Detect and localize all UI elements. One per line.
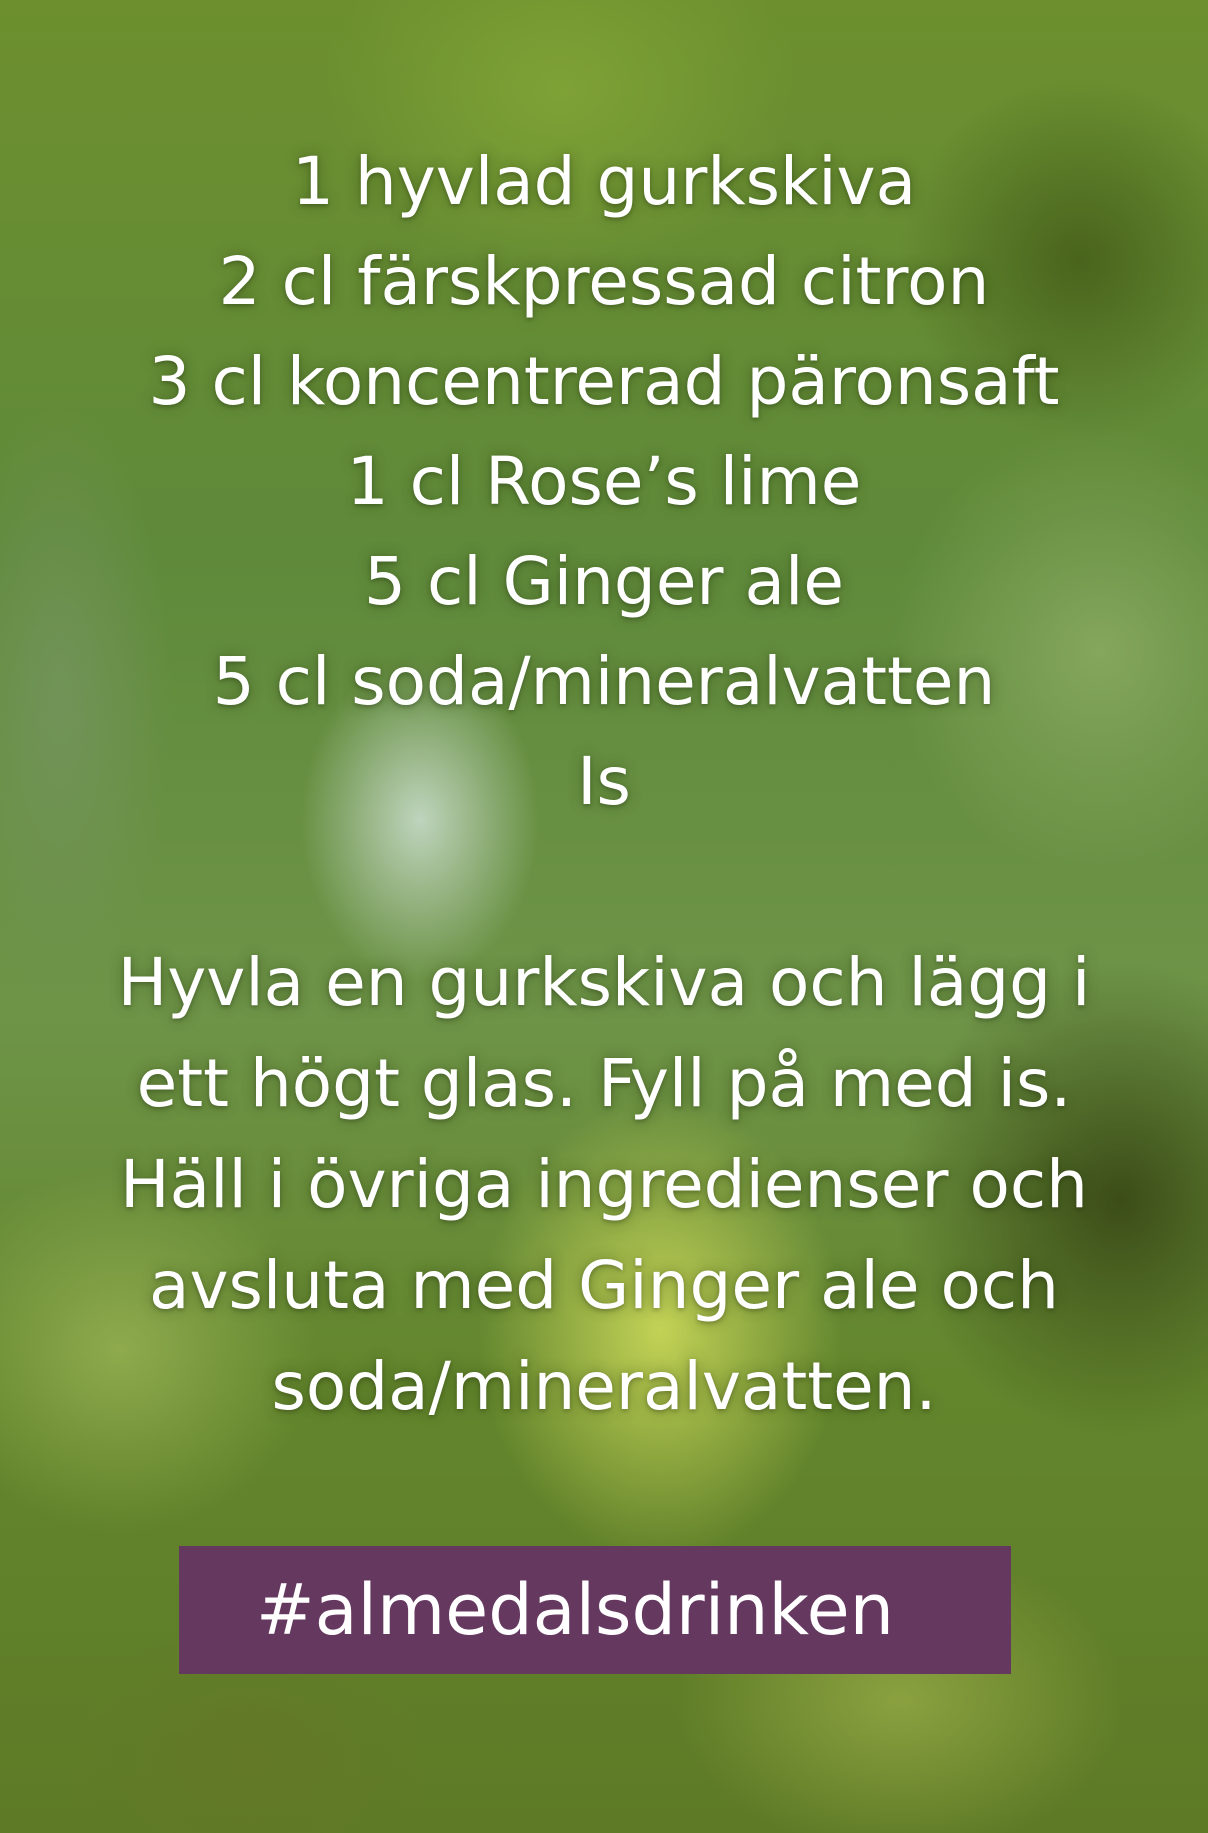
hashtag-banner: #almedalsdrinken xyxy=(179,1546,1011,1674)
hashtag-label: #almedalsdrinken xyxy=(256,1569,894,1651)
ingredient-list: 1 hyvlad gurkskiva 2 cl färskpressad cit… xyxy=(0,132,1208,832)
instruction-line: ett högt glas. Fyll på med is. xyxy=(136,1045,1072,1122)
ingredient-item: 3 cl koncentrerad päronsaft xyxy=(148,343,1060,420)
ingredient-item: 1 cl Rose’s lime xyxy=(346,443,862,520)
recipe-poster: 1 hyvlad gurkskiva 2 cl färskpressad cit… xyxy=(0,0,1208,1833)
instruction-line: soda/mineralvatten. xyxy=(271,1348,937,1425)
ingredient-item: 5 cl soda/mineralvatten xyxy=(212,643,996,720)
ingredient-item: 1 hyvlad gurkskiva xyxy=(291,143,917,220)
instruction-line: Hyvla en gurkskiva och lägg i xyxy=(117,944,1091,1021)
instruction-line: Häll i övriga ingredienser och xyxy=(120,1146,1088,1223)
ingredient-item: Is xyxy=(577,743,631,820)
ingredient-item: 5 cl Ginger ale xyxy=(364,543,844,620)
instruction-line: avsluta med Ginger ale och xyxy=(149,1247,1059,1324)
instructions-text: Hyvla en gurkskiva och lägg i ett högt g… xyxy=(0,932,1208,1437)
ingredient-item: 2 cl färskpressad citron xyxy=(218,243,990,320)
